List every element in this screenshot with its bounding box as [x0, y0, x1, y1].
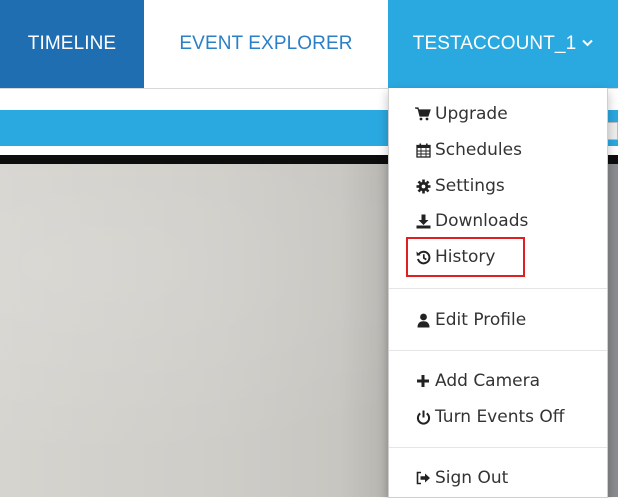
menu-item-upgrade[interactable]: Upgrade	[415, 99, 508, 129]
menu-item-schedules[interactable]: Schedules	[415, 135, 522, 165]
history-highlight-box	[406, 237, 525, 277]
menu-item-schedules-label: Schedules	[435, 140, 522, 160]
sign-out-icon	[415, 470, 431, 486]
calendar-icon	[415, 142, 431, 158]
menu-item-upgrade-label: Upgrade	[435, 104, 508, 124]
menu-divider	[389, 288, 607, 289]
tab-event-explorer[interactable]: EVENT EXPLORER	[144, 0, 388, 88]
menu-item-add-camera-label: Add Camera	[435, 371, 541, 391]
plus-icon	[415, 373, 431, 389]
power-icon	[415, 409, 431, 425]
menu-item-settings-label: Settings	[435, 176, 505, 196]
menu-item-turn-events-off-label: Turn Events Off	[435, 407, 565, 427]
tab-timeline[interactable]: TIMELINE	[0, 0, 144, 88]
menu-item-add-camera[interactable]: Add Camera	[415, 366, 540, 396]
menu-item-sign-out-label: Sign Out	[435, 468, 509, 488]
cart-icon	[415, 106, 431, 122]
account-name: TESTACCOUNT_1	[412, 33, 577, 54]
menu-item-edit-profile[interactable]: Edit Profile	[415, 305, 526, 335]
menu-item-downloads-label: Downloads	[435, 211, 529, 231]
account-dropdown-menu: Upgrade Schedules Settings Downloads His…	[388, 88, 608, 498]
account-menu-toggle[interactable]: TESTACCOUNT_1	[388, 0, 618, 88]
user-icon	[415, 312, 431, 328]
menu-item-turn-events-off[interactable]: Turn Events Off	[415, 402, 565, 432]
menu-divider	[389, 350, 607, 351]
menu-item-edit-profile-label: Edit Profile	[435, 310, 527, 330]
chevron-down-icon	[582, 31, 593, 53]
tab-event-explorer-label: EVENT EXPLORER	[179, 33, 353, 54]
tab-timeline-label: TIMELINE	[27, 33, 117, 54]
menu-divider	[389, 447, 607, 448]
menu-item-settings[interactable]: Settings	[415, 171, 505, 201]
menu-item-sign-out[interactable]: Sign Out	[415, 463, 508, 493]
menu-item-downloads[interactable]: Downloads	[415, 206, 528, 236]
top-navigation: TIMELINE EVENT EXPLORER TESTACCOUNT_1	[0, 0, 618, 89]
download-icon	[415, 213, 431, 229]
gear-icon	[415, 178, 431, 194]
